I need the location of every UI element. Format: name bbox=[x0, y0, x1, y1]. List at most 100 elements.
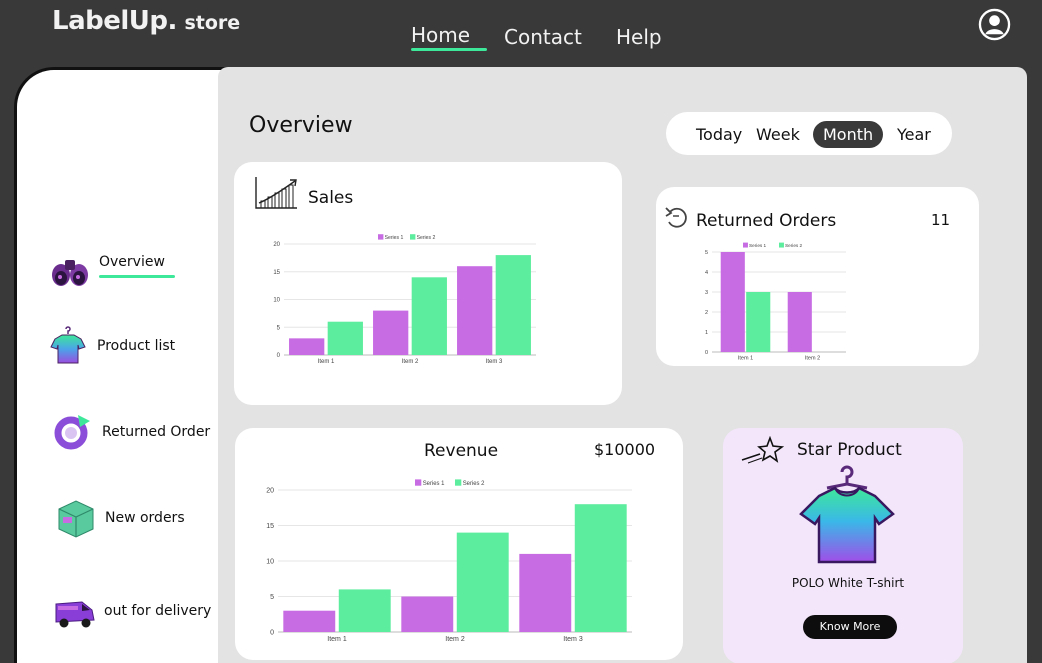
returned-orders-title: Returned Orders bbox=[696, 211, 837, 231]
x-tick-label: Item 2 bbox=[805, 356, 820, 362]
brand-name: LabelUp. bbox=[52, 6, 177, 36]
bar-series-1-item-1 bbox=[289, 338, 325, 355]
bar-series-1-item-2 bbox=[787, 292, 812, 352]
brand-suffix: store bbox=[184, 12, 241, 34]
x-tick-label: Item 3 bbox=[486, 359, 503, 365]
x-tick-label: Item 1 bbox=[738, 356, 753, 362]
star-product-name: POLO White T-shirt bbox=[791, 576, 905, 590]
y-tick-label: 1 bbox=[705, 330, 708, 336]
sidebar-item-product-list[interactable]: Product list bbox=[45, 323, 175, 369]
x-tick-label: Item 2 bbox=[445, 636, 465, 643]
y-tick-label: 10 bbox=[266, 558, 274, 565]
sales-title: Sales bbox=[308, 188, 354, 208]
chart-legend: Series 1 Series 2 bbox=[378, 234, 435, 241]
revenue-amount: $10000 bbox=[594, 440, 656, 459]
legend-swatch bbox=[415, 479, 422, 486]
bar-series-2-item-2 bbox=[456, 532, 509, 632]
tshirt-icon bbox=[50, 326, 86, 364]
y-tick-label: 4 bbox=[705, 270, 708, 276]
sales-bar-chart: Series 1 Series 2 0 5 10 15 20 Item 1 Item 2 Item… bbox=[273, 234, 536, 365]
return-icon bbox=[665, 207, 687, 228]
user-account-icon[interactable] bbox=[978, 8, 1011, 41]
growth-chart-icon bbox=[255, 177, 297, 209]
y-tick-label: 20 bbox=[266, 487, 274, 494]
binoculars-icon bbox=[52, 260, 88, 286]
box-icon bbox=[58, 500, 94, 538]
y-tick-label: 0 bbox=[277, 353, 281, 359]
revenue-title: Revenue bbox=[424, 441, 499, 461]
period-today[interactable]: Today bbox=[696, 121, 742, 148]
y-tick-label: 5 bbox=[705, 250, 708, 256]
legend-label: Series 1 bbox=[385, 235, 404, 241]
sidebar-item-label: New orders bbox=[105, 510, 185, 526]
y-tick-label: 15 bbox=[266, 523, 274, 530]
nav-contact[interactable]: Contact bbox=[504, 25, 582, 49]
x-tick-label: Item 3 bbox=[563, 636, 583, 643]
sidebar-item-overview[interactable]: Overview bbox=[47, 248, 165, 294]
sidebar-item-label: out for delivery bbox=[104, 603, 212, 619]
sidebar-item-out-for-delivery[interactable]: out for delivery bbox=[52, 588, 211, 634]
page-title: Overview bbox=[249, 113, 353, 138]
nav-active-indicator bbox=[411, 48, 487, 51]
y-tick-label: 10 bbox=[273, 298, 280, 304]
period-week[interactable]: Week bbox=[756, 121, 800, 148]
revenue-bar-chart: Series 1 Series 2 0 5 10 15 20 Item 1 Item 2 Item… bbox=[266, 479, 632, 643]
x-tick-label: Item 1 bbox=[327, 636, 347, 643]
know-more-button[interactable]: Know More bbox=[803, 615, 897, 639]
bar-series-2-item-3 bbox=[495, 255, 531, 355]
x-tick-label: Item 2 bbox=[402, 359, 419, 365]
y-tick-label: 0 bbox=[705, 350, 708, 356]
period-month[interactable]: Month bbox=[813, 121, 884, 148]
bar-series-1-item-2 bbox=[373, 310, 409, 355]
period-year[interactable]: Year bbox=[897, 121, 931, 148]
bar-series-2-item-1 bbox=[746, 292, 771, 352]
legend-label: Series 2 bbox=[417, 235, 436, 241]
legend-swatch bbox=[743, 242, 748, 248]
tshirt-product-image bbox=[799, 465, 895, 564]
chart-legend: Series 1 Series 2 bbox=[415, 479, 484, 487]
bar-series-2-item-1 bbox=[327, 321, 363, 355]
chart-legend: Series 1 Series 2 bbox=[743, 242, 803, 248]
y-tick-label: 5 bbox=[270, 594, 274, 601]
bar-series-1-item-2 bbox=[401, 596, 454, 632]
y-tick-label: 3 bbox=[705, 290, 708, 296]
sidebar-item-new-orders[interactable]: New orders bbox=[53, 495, 185, 541]
return-arrow-icon bbox=[54, 415, 90, 450]
nav-help[interactable]: Help bbox=[616, 25, 662, 49]
y-tick-label: 20 bbox=[273, 242, 280, 248]
sidebar-item-label: Overview bbox=[99, 254, 165, 270]
nav-home[interactable]: Home bbox=[411, 23, 487, 51]
bar-series-2-item-3 bbox=[574, 504, 627, 632]
y-tick-label: 15 bbox=[273, 270, 280, 276]
y-tick-label: 2 bbox=[705, 310, 708, 316]
bar-series-1-item-3 bbox=[457, 266, 493, 355]
legend-label: Series 2 bbox=[785, 243, 802, 248]
bar-series-2-item-2 bbox=[411, 277, 447, 355]
legend-label: Series 1 bbox=[423, 481, 445, 487]
period-selector: Today Week Month Year bbox=[666, 112, 952, 155]
brand-logo[interactable]: LabelUp. store bbox=[52, 6, 240, 36]
sidebar-item-label: Product list bbox=[97, 338, 176, 354]
bar-series-1-item-1 bbox=[720, 252, 745, 352]
legend-label: Series 2 bbox=[463, 481, 485, 487]
legend-swatch bbox=[779, 242, 784, 248]
legend-swatch bbox=[455, 479, 462, 486]
star-product-title: Star Product bbox=[797, 440, 902, 460]
star-icon bbox=[741, 436, 785, 464]
legend-label: Series 1 bbox=[749, 243, 766, 248]
legend-swatch bbox=[378, 234, 384, 240]
y-tick-label: 0 bbox=[270, 629, 274, 636]
bar-series-1-item-3 bbox=[519, 553, 572, 632]
van-icon bbox=[55, 601, 95, 628]
sidebar-item-returned-order[interactable]: Returned Order bbox=[50, 409, 210, 455]
y-tick-label: 5 bbox=[277, 325, 281, 331]
bar-series-1-item-1 bbox=[283, 610, 336, 632]
returned-bar-chart: Series 1 Series 2 0 1 2 3 4 5 Item 1 Item 2 bbox=[705, 242, 846, 362]
x-tick-label: Item 1 bbox=[318, 359, 335, 365]
bar-series-2-item-1 bbox=[338, 589, 391, 632]
legend-swatch bbox=[410, 234, 416, 240]
returned-orders-count: 11 bbox=[931, 211, 951, 229]
sidebar-active-indicator bbox=[99, 275, 175, 278]
sidebar-item-label: Returned Order bbox=[102, 424, 211, 440]
nav-home-label: Home bbox=[411, 23, 471, 47]
